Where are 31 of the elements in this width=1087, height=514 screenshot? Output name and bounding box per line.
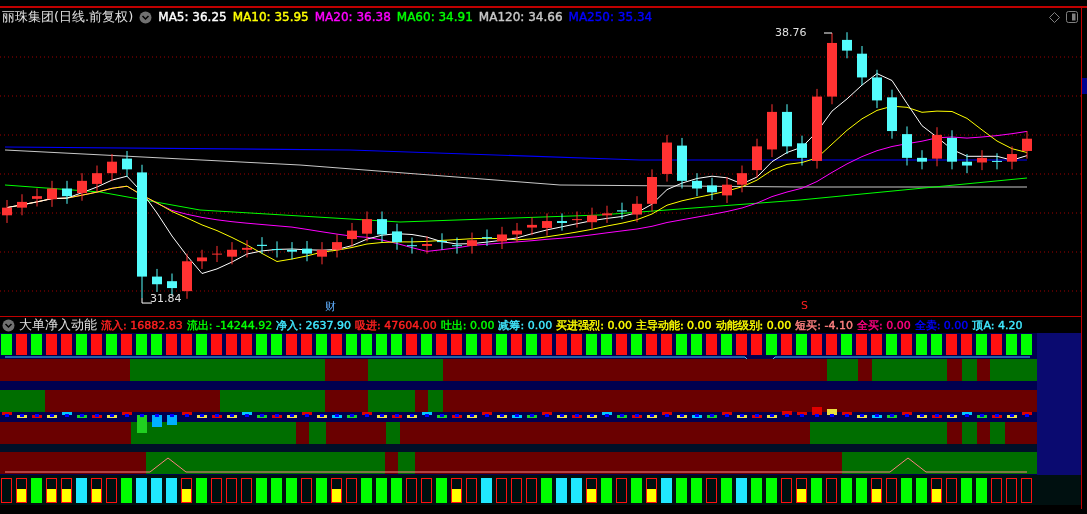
indicator-value: 全卖: 0.00 <box>914 317 969 333</box>
indicator-value: 短买: -4.10 <box>795 317 853 333</box>
indicator-title: 大单净入动能 <box>19 316 97 334</box>
indicator-value: 吸进: 47604.00 <box>355 317 437 333</box>
leader-line <box>823 32 833 34</box>
signal-marker: S <box>801 299 808 312</box>
ma-legend: MA60: 34.91 <box>396 10 473 24</box>
indicator-value: 减筹: 0.00 <box>498 317 553 333</box>
leader-line <box>141 297 153 304</box>
ma-legend: MA5: 36.25 <box>158 10 227 24</box>
ma-legend: MA120: 34.66 <box>478 10 563 24</box>
ma-legend: MA10: 35.95 <box>232 10 309 24</box>
indicator-value: 净入: 2637.90 <box>276 317 352 333</box>
chart-title: 丽珠集团(日线.前复权) <box>2 8 134 26</box>
indicator-value: 全买: 0.00 <box>856 317 911 333</box>
diamond-icon[interactable] <box>1049 11 1060 23</box>
high-price-label: 38.76 <box>775 26 807 39</box>
low-price-label: 31.84 <box>150 292 182 305</box>
dropdown-icon[interactable] <box>139 10 153 24</box>
dropdown-icon[interactable] <box>2 318 15 332</box>
indicator-value: 顶A: 4.20 <box>972 317 1023 333</box>
event-marker: 财 <box>325 299 336 314</box>
indicator-value: 吐出: 0.00 <box>440 317 495 333</box>
ma-legend: MA20: 36.38 <box>314 10 391 24</box>
indicator-value: 买进强烈: 0.00 <box>556 317 632 333</box>
panel-toggle-icon[interactable] <box>1066 11 1078 23</box>
indicator-value: 动能级别: 0.00 <box>715 317 792 333</box>
indicator-value: 主导动能: 0.00 <box>635 317 712 333</box>
ma-legend: MA250: 35.34 <box>568 10 653 24</box>
indicator-value: 流入: 16882.83 <box>101 317 183 333</box>
indicator-value: 流出: -14244.92 <box>186 317 273 333</box>
